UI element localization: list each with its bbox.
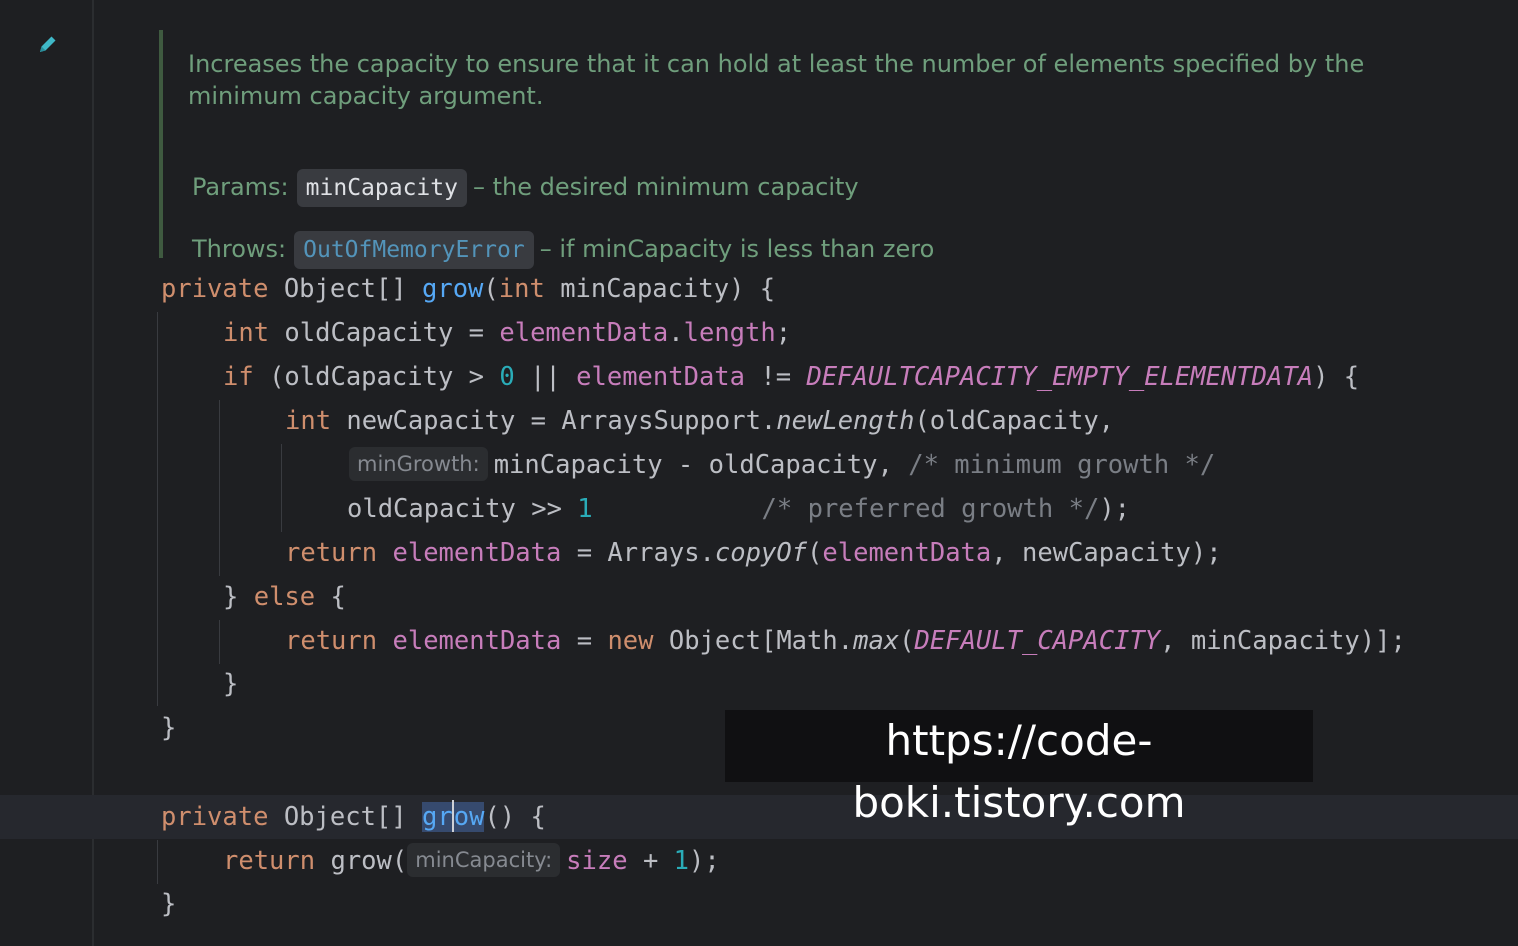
throws-label: Throws: (192, 235, 287, 263)
javadoc-block: Increases the capacity to ensure that it… (159, 30, 1453, 269)
code-line[interactable]: return elementData = Arrays.copyOf(eleme… (285, 531, 1222, 575)
token: if (223, 362, 254, 392)
comment: /* minimum growth */ (908, 450, 1216, 480)
token: + (627, 846, 674, 876)
method-name[interactable]: grow (422, 274, 483, 304)
token: (oldCapacity > (253, 362, 500, 392)
token: int (223, 318, 270, 348)
pencil-icon[interactable] (36, 32, 60, 56)
static-method-ref: max (853, 626, 900, 656)
token: ); (1099, 494, 1131, 524)
number-literal: 1 (673, 846, 690, 876)
code-line[interactable]: return grow(minCapacity: size + 1); (223, 839, 720, 883)
static-field-ref: DEFAULTCAPACITY_EMPTY_ELEMENTDATA (806, 362, 1314, 392)
parameter-hint: minGrowth: (349, 447, 488, 481)
code-line[interactable]: oldCapacity >> 1 /* preferred growth */)… (347, 487, 1130, 531)
token: . (668, 318, 684, 348)
token: int (498, 274, 545, 304)
token: return (285, 626, 378, 656)
token: = Arrays. (561, 538, 715, 568)
token: new (607, 626, 654, 656)
token: (oldCapacity, (914, 406, 1115, 436)
token: private (161, 802, 269, 832)
indent-guide (157, 840, 158, 884)
code-line[interactable]: int newCapacity = ArraysSupport.newLengt… (285, 399, 1114, 443)
parameter-hint: minCapacity: (407, 843, 561, 877)
code-line[interactable]: } (223, 662, 238, 706)
indent-guide (219, 400, 220, 576)
token: return (285, 538, 378, 568)
text-caret (451, 800, 454, 832)
token: Object[] (268, 802, 422, 832)
token: } (223, 669, 239, 699)
token: } (161, 713, 177, 743)
token: Object[] (268, 274, 422, 304)
token: minCapacity - oldCapacity, (493, 450, 909, 480)
token: minCapacity) { (544, 274, 776, 304)
code-line-current[interactable]: private Object[] grow() { (161, 795, 546, 839)
code-line[interactable]: int oldCapacity = elementData.length; (223, 311, 791, 355)
static-field-ref: DEFAULT_CAPACITY (914, 626, 1161, 656)
doc-description: Increases the capacity to ensure that it… (188, 50, 1365, 110)
token: grow( (315, 846, 408, 876)
number-literal: 1 (577, 494, 593, 524)
throws-description: – if minCapacity is less than zero (539, 235, 935, 263)
doc-throws-row: Throws: OutOfMemoryError – if minCapacity … (192, 229, 934, 269)
token: oldCapacity >> (347, 494, 578, 524)
param-description: – the desired minimum capacity (472, 173, 859, 201)
token: ); (689, 846, 720, 876)
token: ; (775, 318, 792, 348)
token: else (253, 582, 316, 612)
token: ow (453, 802, 485, 832)
code-line[interactable]: } else { (223, 575, 346, 619)
field-ref: elementData (392, 538, 562, 568)
indent-guide (157, 312, 158, 706)
field-ref: elementData (392, 626, 562, 656)
watermark-url: https://code-boki.tistory.com (725, 710, 1313, 827)
code-line[interactable]: } (161, 706, 176, 750)
token: ) { (1313, 362, 1360, 392)
token: } (223, 582, 254, 612)
param-chip: minCapacity (296, 169, 467, 207)
throws-type-link[interactable]: OutOfMemoryError (294, 231, 534, 269)
token: return (223, 846, 316, 876)
static-method-ref: copyOf (714, 538, 808, 568)
token: ( (807, 538, 823, 568)
code-line[interactable]: } (161, 882, 176, 926)
token: gr (422, 802, 453, 832)
field-ref: length (683, 318, 776, 348)
indent-guide (219, 620, 220, 664)
number-literal: 0 (499, 362, 515, 392)
token: , minCapacity)]; (1160, 626, 1406, 656)
token: { (315, 582, 346, 612)
code-line[interactable]: minGrowth: minCapacity - oldCapacity, /* … (349, 443, 1215, 487)
field-ref: elementData (499, 318, 669, 348)
token: ( (483, 274, 499, 304)
token: } (161, 889, 177, 919)
token: != (745, 362, 807, 392)
field-ref: size (566, 846, 628, 876)
field-ref: elementData (576, 362, 746, 392)
doc-params-row: Params: minCapacity – the desired minimum … (192, 167, 859, 207)
indent-guide (281, 444, 282, 532)
token: int (285, 406, 332, 436)
token: oldCapacity = (269, 318, 500, 348)
params-label: Params: (192, 173, 289, 201)
code-line[interactable]: if (oldCapacity > 0 || elementData != DE… (223, 355, 1359, 399)
token: private (161, 274, 269, 304)
static-method-ref: newLength (776, 406, 915, 436)
code-line[interactable]: private Object[] grow(int minCapacity) { (161, 267, 775, 311)
token: () { (484, 802, 546, 832)
code-line[interactable]: return elementData = new Object[Math.max… (285, 619, 1406, 663)
token: Object[Math. (653, 626, 854, 656)
token: newCapacity = ArraysSupport. (331, 406, 777, 436)
token: , newCapacity); (991, 538, 1222, 568)
method-name-selected[interactable]: grow (422, 800, 485, 832)
token: || (514, 362, 577, 392)
field-ref: elementData (822, 538, 992, 568)
comment: /* preferred growth */ (761, 494, 1100, 524)
